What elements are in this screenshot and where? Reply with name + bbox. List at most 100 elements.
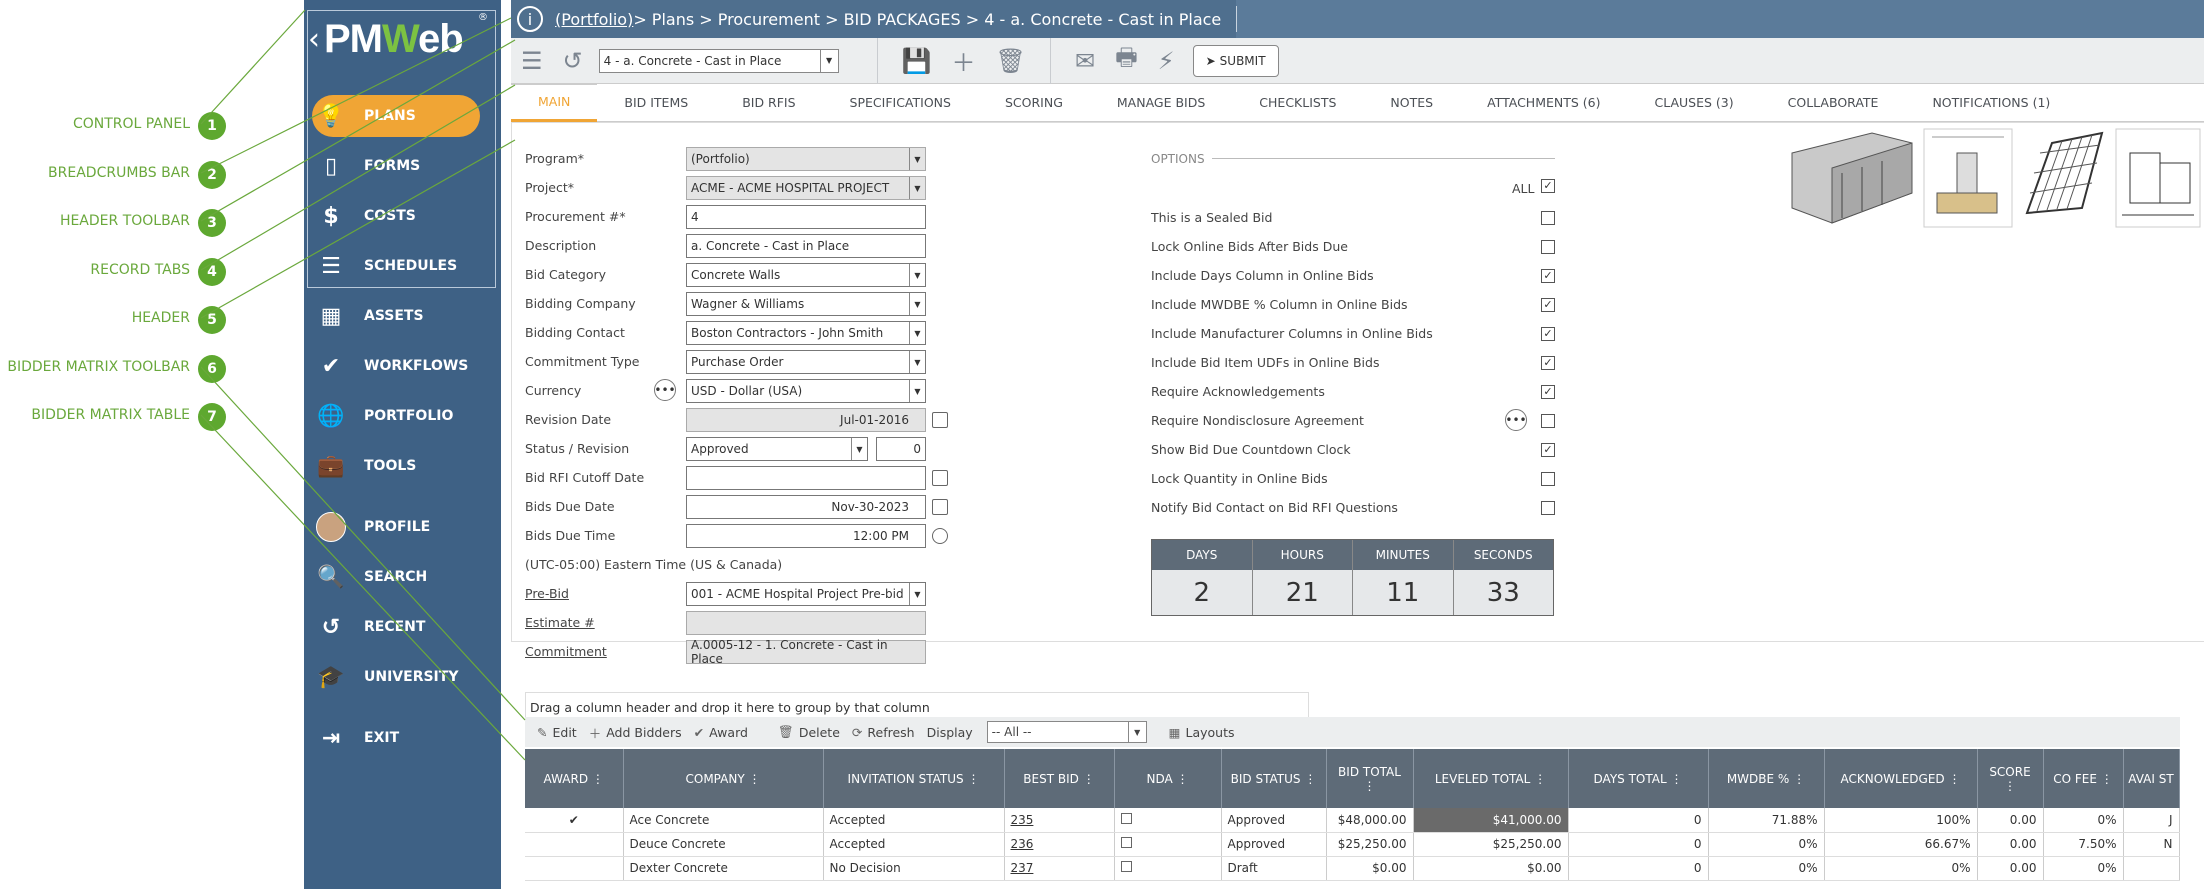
col-acknowledged[interactable]: ACKNOWLEDGED ⋮: [1824, 749, 1978, 808]
bid-rfi-cutoff-field[interactable]: [686, 466, 926, 490]
tab-notes[interactable]: NOTES: [1363, 84, 1460, 122]
col-best-bid[interactable]: BEST BID ⋮: [1004, 749, 1115, 808]
notify-bid-contact-checkbox[interactable]: [1541, 501, 1555, 515]
lock-quantity-checkbox[interactable]: [1541, 472, 1555, 486]
record-select[interactable]: 4 - a. Concrete - Cast in Place ▼: [598, 48, 839, 73]
program-select[interactable]: (Portfolio) ▼: [686, 147, 926, 171]
bid-category-select[interactable]: Concrete Walls ▼: [686, 263, 926, 287]
revision-field[interactable]: 0: [876, 437, 926, 461]
best-bid-link[interactable]: 237: [1004, 856, 1115, 881]
tab-main[interactable]: MAIN: [511, 83, 598, 122]
thumbnail-rebar-cage[interactable]: [2018, 129, 2110, 227]
nav-search[interactable]: 🔍 SEARCH: [304, 552, 501, 602]
pmweb-logo[interactable]: ‹ PMWeb ®: [308, 10, 494, 68]
bidding-company-select[interactable]: Wagner & Williams ▼: [686, 292, 926, 316]
add-bidders-button[interactable]: ＋ Add Bidders: [589, 723, 682, 742]
list-icon[interactable]: ☰: [521, 47, 543, 75]
nav-schedules[interactable]: ☰ SCHEDULES: [304, 241, 501, 291]
calendar-icon[interactable]: [932, 412, 948, 428]
col-bid-status[interactable]: BID STATUS ⋮: [1221, 749, 1327, 808]
table-row[interactable]: ✔ Ace Concrete Accepted 235 Approved $48…: [525, 808, 2180, 833]
layouts-button[interactable]: ▦ Layouts: [1169, 725, 1235, 740]
nav-profile[interactable]: PROFILE: [304, 502, 501, 552]
bidding-contact-select[interactable]: Boston Contractors - John Smith ▼: [686, 321, 926, 345]
best-bid-link[interactable]: 236: [1004, 832, 1115, 857]
nda-checkbox[interactable]: [1120, 837, 1132, 848]
lightning-icon[interactable]: ⚡: [1158, 47, 1175, 75]
add-icon[interactable]: ＋: [952, 43, 976, 78]
currency-select[interactable]: USD - Dollar (USA) ▼: [686, 379, 926, 403]
table-row[interactable]: Dexter Concrete No Decision 237 Draft $0…: [525, 856, 2180, 881]
tab-checklists[interactable]: CHECKLISTS: [1232, 84, 1363, 122]
col-bid-total[interactable]: BID TOTAL ⋮: [1326, 749, 1414, 808]
require-nda-checkbox[interactable]: [1541, 414, 1555, 428]
tab-attachments[interactable]: ATTACHMENTS (6): [1460, 84, 1627, 122]
best-bid-link[interactable]: 235: [1004, 808, 1115, 833]
countdown-clock-checkbox[interactable]: ✓: [1541, 443, 1555, 457]
require-acknowledgements-checkbox[interactable]: ✓: [1541, 385, 1555, 399]
nda-checkbox[interactable]: [1120, 861, 1132, 872]
nav-costs[interactable]: $ COSTS: [304, 191, 501, 241]
calendar-icon[interactable]: [932, 499, 948, 515]
bids-due-time-field[interactable]: 12:00 PM: [686, 524, 926, 548]
print-icon[interactable]: 🖶: [1115, 40, 1138, 81]
col-award[interactable]: AWARD ⋮: [525, 749, 624, 808]
col-leveled-total[interactable]: LEVELED TOTAL ⋮: [1413, 749, 1569, 808]
calendar-icon[interactable]: [932, 470, 948, 486]
mwdbe-column-checkbox[interactable]: ✓: [1541, 298, 1555, 312]
procurement-number-field[interactable]: 4: [686, 205, 926, 229]
tab-collaborate[interactable]: COLLABORATE: [1761, 84, 1906, 122]
clock-icon[interactable]: [932, 528, 948, 544]
history-icon[interactable]: ↺: [563, 47, 583, 75]
breadcrumb-portfolio-link[interactable]: (Portfolio): [555, 10, 633, 29]
tab-manage-bids[interactable]: MANAGE BIDS: [1090, 84, 1232, 122]
bids-due-date-field[interactable]: Nov-30-2023: [686, 495, 926, 519]
email-icon[interactable]: ✉: [1075, 47, 1095, 75]
tab-bid-rfis[interactable]: BID RFIS: [715, 84, 822, 122]
manufacturer-columns-checkbox[interactable]: ✓: [1541, 327, 1555, 341]
col-nda[interactable]: NDA ⋮: [1114, 749, 1222, 808]
nav-assets[interactable]: ▦ ASSETS: [304, 291, 501, 341]
award-button[interactable]: ✔ Award: [694, 725, 748, 740]
tab-scoring[interactable]: SCORING: [978, 84, 1090, 122]
nav-university[interactable]: 🎓 UNIVERSITY: [304, 652, 501, 702]
submit-button[interactable]: ➤ SUBMIT: [1192, 44, 1279, 77]
col-co-fee[interactable]: CO FEE ⋮: [2043, 749, 2124, 808]
delete-icon[interactable]: 🗑: [996, 47, 1026, 75]
nda-checkbox[interactable]: [1120, 812, 1132, 824]
nav-recent[interactable]: ↺ RECENT: [304, 602, 501, 652]
commitment-type-select[interactable]: Purchase Order ▼: [686, 350, 926, 374]
commitment-link[interactable]: Commitment: [525, 644, 607, 659]
info-icon[interactable]: i: [517, 6, 543, 32]
table-row[interactable]: Deuce Concrete Accepted 236 Approved $25…: [525, 832, 2180, 857]
award-check-icon[interactable]: ✔: [525, 808, 624, 833]
pre-bid-select[interactable]: 001 - ACME Hospital Project Pre-bid ▼: [686, 582, 926, 606]
description-field[interactable]: a. Concrete - Cast in Place: [686, 234, 926, 258]
col-score[interactable]: SCORE ⋮: [1977, 749, 2044, 808]
sealed-bid-checkbox[interactable]: [1541, 211, 1555, 225]
nav-workflows[interactable]: ✔ WORKFLOWS: [304, 341, 501, 391]
currency-more-icon[interactable]: •••: [654, 379, 676, 401]
nav-portfolio[interactable]: 🌐 PORTFOLIO: [304, 391, 501, 441]
edit-button[interactable]: ✎ Edit: [537, 725, 577, 740]
thumbnail-formwork-drawing[interactable]: [2115, 128, 2201, 228]
pre-bid-link[interactable]: Pre-Bid: [525, 586, 569, 601]
delete-button[interactable]: 🗑 Delete: [778, 724, 840, 740]
nav-exit[interactable]: ⇥ EXIT: [304, 713, 501, 763]
bid-item-udfs-checkbox[interactable]: ✓: [1541, 356, 1555, 370]
thumbnail-wall-section[interactable]: [1791, 132, 1913, 224]
nda-more-icon[interactable]: •••: [1505, 409, 1527, 431]
thumbnail-footing-detail[interactable]: [1923, 128, 2013, 228]
col-invitation-status[interactable]: INVITATION STATUS ⋮: [823, 749, 1005, 808]
days-column-checkbox[interactable]: ✓: [1541, 269, 1555, 283]
tab-clauses[interactable]: CLAUSES (3): [1627, 84, 1760, 122]
refresh-button[interactable]: ⟳ Refresh: [852, 725, 915, 740]
save-icon[interactable]: 💾: [902, 47, 932, 75]
nav-plans[interactable]: 💡 PLANS: [312, 95, 480, 137]
col-availability[interactable]: AVAI ST: [2123, 749, 2180, 808]
tab-specifications[interactable]: SPECIFICATIONS: [823, 84, 978, 122]
display-filter-select[interactable]: -- All -- ▼: [986, 721, 1147, 743]
project-select[interactable]: ACME - ACME HOSPITAL PROJECT ▼: [686, 176, 926, 200]
tab-bid-items[interactable]: BID ITEMS: [597, 84, 715, 122]
col-company[interactable]: COMPANY ⋮: [623, 749, 824, 808]
